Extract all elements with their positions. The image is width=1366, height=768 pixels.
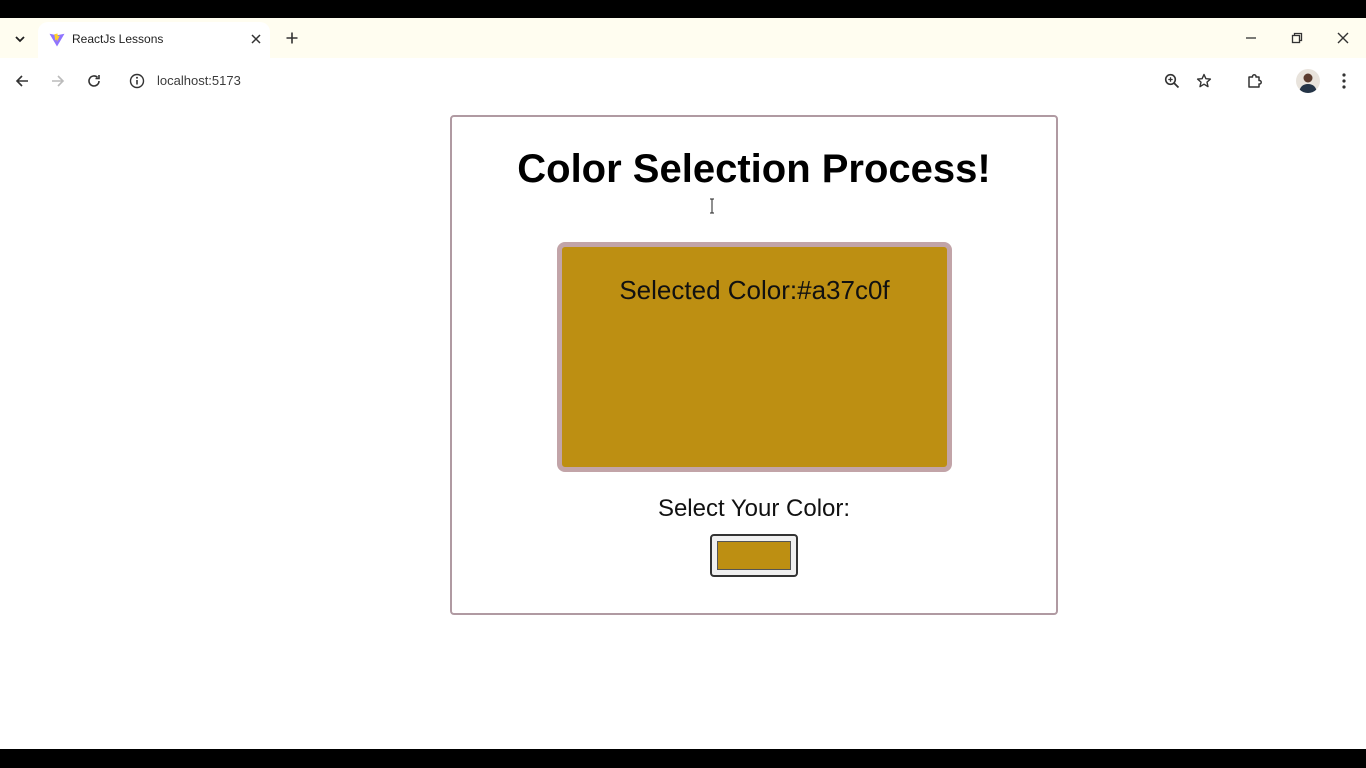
reload-icon [88,75,100,87]
restore-icon [1291,32,1303,44]
plus-icon [286,32,298,44]
screen-top-bar [0,0,1366,18]
zoom-button[interactable] [1160,69,1184,93]
close-icon [1337,32,1349,44]
page-title: Color Selection Process! [517,147,991,191]
browser-window: ReactJs Lessons localhost:5173 Color Sel… [0,18,1366,749]
tab-close-button[interactable] [247,30,265,48]
bookmark-button[interactable] [1192,69,1216,93]
address-bar[interactable]: localhost:5173 [126,69,426,93]
tab-list-button[interactable] [8,27,32,51]
minimize-icon [1246,37,1256,39]
color-picker-swatch [717,541,791,570]
screen-bottom-bar [0,749,1366,768]
tab-strip: ReactJs Lessons [0,18,1366,58]
page-viewport: Color Selection Process! Selected Color:… [0,104,1366,749]
forward-button[interactable] [46,69,70,93]
selected-color-label: Selected Color:#a37c0f [619,275,890,305]
url-text: localhost:5173 [157,73,241,88]
arrow-right-icon [52,75,65,87]
close-window-button[interactable] [1331,26,1355,50]
color-card: Color Selection Process! Selected Color:… [450,115,1058,615]
tab-title: ReactJs Lessons [72,32,164,46]
restore-button[interactable] [1285,26,1309,50]
avatar-icon [1296,69,1320,93]
kebab-menu-icon [1342,73,1346,89]
select-color-label: Select Your Color: [657,495,851,522]
info-icon[interactable] [128,72,146,90]
tab-active[interactable]: ReactJs Lessons [38,22,270,58]
color-preview: Selected Color:#a37c0f [557,242,952,472]
color-picker-input[interactable] [710,534,798,577]
back-button[interactable] [10,69,34,93]
profile-avatar[interactable] [1296,69,1320,93]
extensions-button[interactable] [1243,69,1267,93]
chevron-down-icon [15,36,25,43]
zoom-icon [1164,73,1180,89]
arrow-left-icon [15,75,28,87]
new-tab-button[interactable] [281,27,303,49]
browser-toolbar: localhost:5173 [0,58,1366,104]
browser-menu-button[interactable] [1332,69,1356,93]
reload-button[interactable] [82,69,106,93]
minimize-button[interactable] [1239,26,1263,50]
close-icon [251,34,261,44]
text-cursor-icon [710,198,714,214]
star-icon [1196,73,1212,88]
vite-logo-icon [49,33,65,47]
puzzle-icon [1248,74,1262,88]
